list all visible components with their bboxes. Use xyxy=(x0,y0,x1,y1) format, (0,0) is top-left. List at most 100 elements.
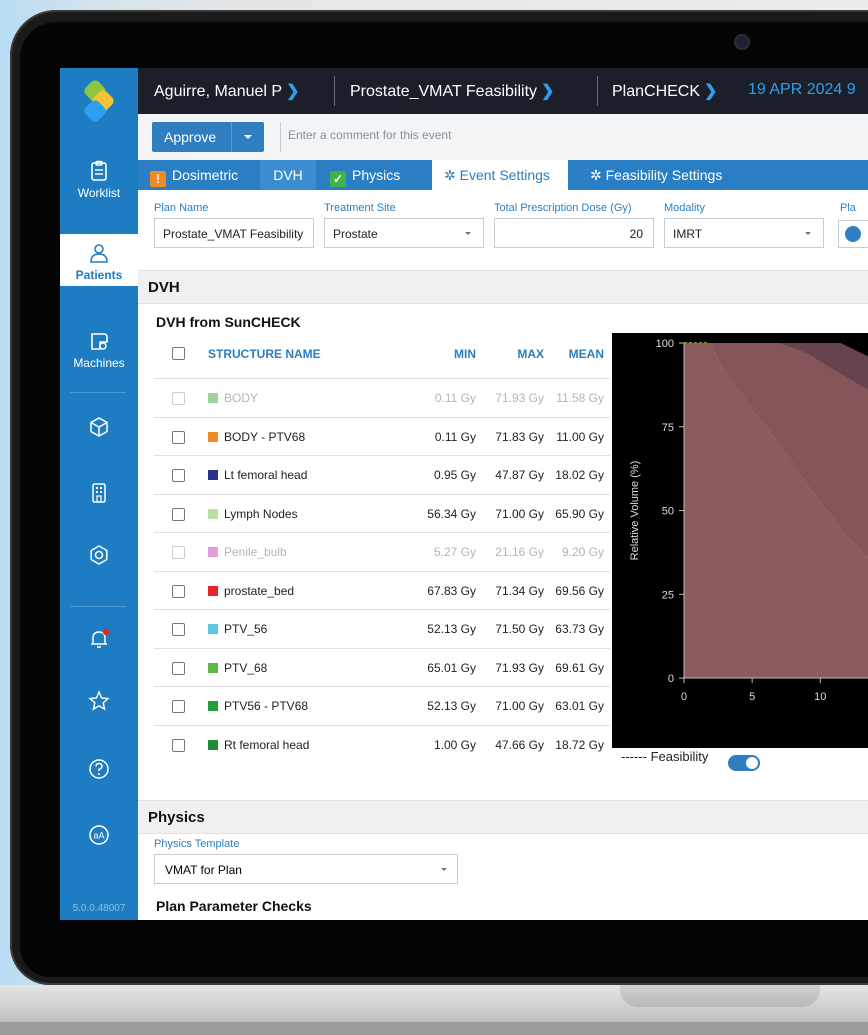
row-checkbox[interactable] xyxy=(172,507,185,521)
y-tick-label: 25 xyxy=(662,589,674,601)
dvh-section-header: DVH xyxy=(138,270,868,304)
tab-event-settings[interactable]: ✲ Event Settings xyxy=(432,160,568,190)
breadcrumb-plan[interactable]: Prostate_VMAT Feasibility ❯ xyxy=(350,81,554,101)
sidebar-item-patients[interactable]: Patients xyxy=(60,234,138,286)
structure-color-swatch xyxy=(208,624,218,634)
dose-mean: 9.20 Gy xyxy=(561,545,604,559)
dvh-chart-svg: 100 75 50 25 00 5 10 Relative Volume (%) xyxy=(629,338,868,703)
treatment-site-select[interactable]: Prostate xyxy=(324,218,484,248)
dose-max: 47.66 Gy xyxy=(495,737,544,752)
x-tick-label: 5 xyxy=(749,691,755,703)
sidebar-item-settings[interactable] xyxy=(60,544,138,570)
table-row[interactable]: BODY 0.11 Gy 71.93 Gy 11.58 Gy xyxy=(154,378,610,417)
row-checkbox[interactable] xyxy=(172,392,185,405)
sidebar-item-building[interactable] xyxy=(60,482,138,508)
sidebar-item-cube[interactable] xyxy=(60,416,138,442)
structure-color-swatch xyxy=(208,547,218,557)
approve-button[interactable]: Approve xyxy=(152,122,264,152)
plan-name-field[interactable]: Prostate_VMAT Feasibility xyxy=(154,218,314,248)
dose-min: 56.34 Gy xyxy=(427,506,476,521)
table-row[interactable]: prostate_bed 67.83 Gy 71.34 Gy 69.56 Gy xyxy=(154,570,610,610)
column-header-mean[interactable]: MEAN xyxy=(546,347,604,361)
row-checkbox[interactable] xyxy=(172,738,185,752)
dose-mean: 69.61 Gy xyxy=(555,660,604,675)
dose-min: 65.01 Gy xyxy=(427,660,476,675)
physics-section-title: Physics xyxy=(148,809,205,826)
dose-min: 52.13 Gy xyxy=(427,622,476,636)
gear-icon: ✲ xyxy=(590,167,602,183)
dose-max: 47.87 Gy xyxy=(495,468,544,482)
dose-field[interactable]: 20 xyxy=(494,218,654,248)
modality-select[interactable]: IMRT xyxy=(664,218,824,248)
tab-dosimetric[interactable]: ! Dosimetric xyxy=(150,160,260,190)
dose-max: 71.93 Gy xyxy=(495,391,544,405)
laptop-notch xyxy=(620,985,820,1007)
breadcrumb-module[interactable]: PlanCHECK ❯ xyxy=(612,81,717,101)
y-tick-label: 50 xyxy=(662,506,674,518)
dose-value: 20 xyxy=(629,227,643,241)
dose-min: 52.13 Gy xyxy=(427,699,476,713)
row-checkbox[interactable] xyxy=(172,469,185,482)
table-row[interactable]: PTV_56 52.13 Gy 71.50 Gy 63.73 Gy xyxy=(154,609,610,648)
dose-mean: 63.73 Gy xyxy=(555,622,604,636)
gear-icon: ✲ xyxy=(444,167,456,183)
header-breadcrumb: Aguirre, Manuel P ❯ Prostate_VMAT Feasibi… xyxy=(138,68,868,114)
row-checkbox[interactable] xyxy=(172,584,185,598)
comment-divider xyxy=(280,122,281,152)
structure-name: prostate_bed xyxy=(224,583,295,598)
toggle-icon xyxy=(845,226,861,242)
feasibility-toggle[interactable] xyxy=(728,755,760,771)
table-row[interactable]: PTV56 - PTV68 52.13 Gy 71.00 Gy 63.01 Gy xyxy=(154,686,610,725)
dose-min: 5.27 Gy xyxy=(433,545,476,559)
tab-feasibility-settings-label: Feasibility Settings xyxy=(605,167,723,183)
checkmark-icon: ✓ xyxy=(330,171,346,187)
column-header-name[interactable]: STRUCTURE NAME xyxy=(208,347,321,361)
dose-mean: 11.00 Gy xyxy=(556,429,604,444)
row-checkbox[interactable] xyxy=(172,546,185,559)
dose-mean: 65.90 Gy xyxy=(555,506,604,521)
row-checkbox[interactable] xyxy=(172,661,185,675)
dose-max: 71.93 Gy xyxy=(495,660,544,675)
table-row[interactable]: Lt femoral head 0.95 Gy 47.87 Gy 18.02 Gy xyxy=(154,455,610,494)
chevron-down-icon[interactable] xyxy=(231,122,264,152)
y-tick-label: 100 xyxy=(656,338,674,350)
sidebar-item-text-size[interactable]: aA xyxy=(60,824,138,850)
select-all-checkbox[interactable] xyxy=(172,347,185,360)
row-checkbox[interactable] xyxy=(172,623,185,636)
sidebar-divider xyxy=(70,392,126,393)
sidebar-item-favorites[interactable] xyxy=(60,690,138,716)
plan-parameter-checks-title: Plan Parameter Checks xyxy=(156,898,312,914)
row-checkbox[interactable] xyxy=(172,430,185,444)
column-header-min[interactable]: MIN xyxy=(416,347,476,361)
structure-color-swatch xyxy=(208,470,218,480)
feasibility-legend: ------ Feasibility xyxy=(621,749,709,764)
chevron-right-icon: ❯ xyxy=(541,83,555,100)
physics-template-label: Physics Template xyxy=(154,838,240,850)
row-checkbox[interactable] xyxy=(172,700,185,713)
table-row[interactable]: BODY - PTV68 0.11 Gy 71.83 Gy 11.00 Gy xyxy=(154,416,610,456)
sidebar-item-help[interactable] xyxy=(60,758,138,784)
dose-min: 0.11 Gy xyxy=(434,391,476,405)
physics-template-select[interactable]: VMAT for Plan xyxy=(154,854,458,884)
tab-dvh[interactable]: DVH xyxy=(260,160,316,190)
breadcrumb-patient[interactable]: Aguirre, Manuel P ❯ xyxy=(154,81,299,101)
plan-extra-field[interactable] xyxy=(838,220,868,248)
structure-name: Lymph Nodes xyxy=(224,506,298,521)
comment-input[interactable]: Enter a comment for this event xyxy=(288,128,451,142)
sidebar-item-notifications[interactable] xyxy=(60,628,138,654)
table-row[interactable]: Penile_bulb 5.27 Gy 21.16 Gy 9.20 Gy xyxy=(154,532,610,571)
dose-mean: 69.56 Gy xyxy=(555,583,604,598)
dvh-subtitle: DVH from SunCHECK xyxy=(156,314,301,330)
structure-name: BODY - PTV68 xyxy=(224,429,306,444)
tab-physics[interactable]: ✓ Physics xyxy=(330,160,420,190)
table-row[interactable]: Rt femoral head 1.00 Gy 47.66 Gy 18.72 Gy xyxy=(154,724,610,764)
table-row[interactable]: Lymph Nodes 56.34 Gy 71.00 Gy 65.90 Gy xyxy=(154,493,610,533)
sidebar-item-machines[interactable]: Machines xyxy=(60,330,138,370)
sidebar-item-worklist[interactable]: Worklist xyxy=(60,160,138,200)
column-header-max[interactable]: MAX xyxy=(486,347,544,361)
dose-max: 21.16 Gy xyxy=(495,545,544,559)
modality-label: Modality xyxy=(664,202,705,214)
tab-feasibility-settings[interactable]: ✲ Feasibility Settings xyxy=(582,160,752,190)
dose-mean: 63.01 Gy xyxy=(555,699,604,713)
table-row[interactable]: PTV_68 65.01 Gy 71.93 Gy 69.61 Gy xyxy=(154,647,610,687)
